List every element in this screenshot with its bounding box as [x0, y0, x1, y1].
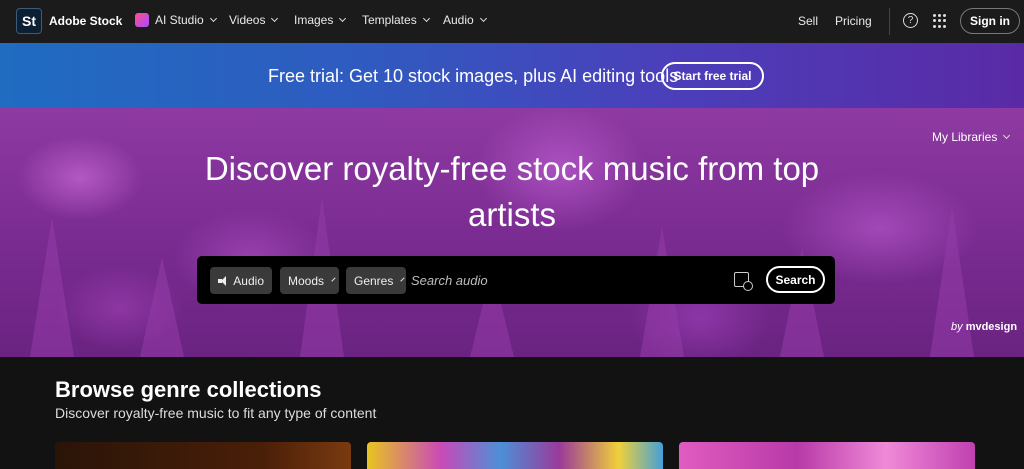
apps-grid-icon[interactable]: [933, 14, 947, 28]
genres-dropdown[interactable]: Genres: [346, 267, 406, 294]
nav-divider: [889, 8, 890, 35]
section-title: Browse genre collections: [55, 377, 322, 402]
audio-type-label: Audio: [233, 273, 264, 288]
top-nav: St Adobe Stock AI Studio Videos Images T…: [0, 0, 1024, 43]
search-button[interactable]: Search: [766, 266, 825, 293]
pricing-link[interactable]: Pricing: [835, 14, 872, 28]
nav-images-label: Images: [294, 13, 334, 27]
nav-ai-studio[interactable]: AI Studio: [135, 13, 217, 27]
search-input[interactable]: [411, 269, 711, 291]
nav-templates[interactable]: Templates: [362, 13, 430, 27]
image-credit: by mvdesign: [951, 321, 1017, 333]
nav-templates-label: Templates: [362, 13, 417, 27]
nav-images[interactable]: Images: [294, 13, 347, 27]
speaker-icon: [218, 275, 227, 286]
chevron-down-icon: [479, 14, 487, 23]
search-bar: Audio Moods Genres Search: [197, 256, 835, 304]
chevron-down-icon: [339, 14, 347, 23]
brand-name[interactable]: Adobe Stock: [49, 14, 122, 28]
promo-text: Free trial: Get 10 stock images, plus AI…: [268, 66, 679, 86]
nav-audio-label: Audio: [443, 13, 474, 27]
help-icon[interactable]: ?: [903, 13, 918, 28]
hero-banner: Discover royalty-free stock music from t…: [0, 108, 1024, 357]
my-libraries-button[interactable]: My Libraries: [932, 130, 1011, 144]
genre-card[interactable]: [55, 442, 351, 469]
sell-link[interactable]: Sell: [798, 14, 818, 28]
genres-label: Genres: [354, 273, 394, 288]
adobe-stock-logo[interactable]: St: [16, 8, 42, 34]
nav-videos[interactable]: Videos: [229, 13, 279, 27]
visual-search-icon[interactable]: [734, 272, 753, 291]
my-libraries-label: My Libraries: [932, 130, 998, 144]
hero-title: Discover royalty-free stock music from t…: [204, 150, 820, 233]
moods-label: Moods: [288, 273, 325, 288]
genre-card[interactable]: [367, 442, 663, 469]
promo-banner: Free trial: Get 10 stock images, plus AI…: [0, 43, 1024, 108]
genre-card[interactable]: [679, 442, 975, 469]
moods-dropdown[interactable]: Moods: [280, 267, 339, 294]
chevron-down-icon: [422, 14, 430, 23]
sign-in-button[interactable]: Sign in: [960, 8, 1020, 34]
chevron-down-icon: [209, 14, 217, 23]
start-free-trial-button[interactable]: Start free trial: [661, 62, 764, 90]
chevron-down-icon: [271, 14, 279, 23]
chevron-down-icon: [400, 276, 405, 282]
nav-videos-label: Videos: [229, 13, 266, 27]
chevron-down-icon: [1003, 131, 1011, 140]
section-subtitle: Discover royalty-free music to fit any t…: [55, 405, 377, 421]
nav-audio[interactable]: Audio: [443, 13, 487, 27]
credit-author[interactable]: mvdesign: [966, 321, 1017, 333]
credit-prefix: by: [951, 321, 963, 333]
ai-studio-icon: [135, 13, 149, 27]
nav-ai-studio-label: AI Studio: [155, 13, 204, 27]
audio-type-pill[interactable]: Audio: [210, 267, 272, 294]
chevron-down-icon: [331, 276, 336, 282]
